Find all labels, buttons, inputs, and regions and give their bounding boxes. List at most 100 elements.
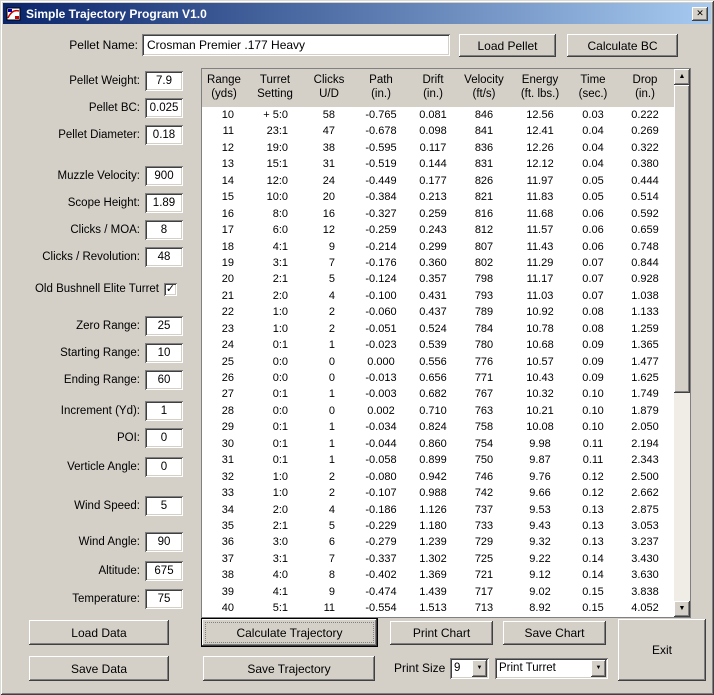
load-data-button[interactable]: Load Data xyxy=(29,620,169,645)
temperature-label: Temperature: xyxy=(3,593,145,605)
scroll-up-button[interactable]: ▲ xyxy=(674,69,690,85)
table-cell: 9.43 xyxy=(510,518,570,534)
zero-range-input[interactable] xyxy=(145,316,183,336)
sidebar-row-temperature: Temperature: xyxy=(3,588,201,610)
altitude-input[interactable] xyxy=(145,561,183,581)
table-cell: 0.437 xyxy=(408,304,458,320)
table-cell: 2 xyxy=(304,304,354,320)
scroll-down-button[interactable]: ▼ xyxy=(674,601,690,617)
table-cell: 0.09 xyxy=(570,354,616,370)
calculate-bc-button[interactable]: Calculate BC xyxy=(567,34,678,57)
save-data-button[interactable]: Save Data xyxy=(29,656,169,681)
app-icon xyxy=(6,6,22,22)
table-cell: 11.57 xyxy=(510,222,570,238)
poi-label: POI: xyxy=(3,432,145,444)
table-cell: 0.12 xyxy=(570,469,616,485)
close-button[interactable]: ✕ xyxy=(692,7,708,21)
poi-input[interactable] xyxy=(145,428,183,448)
table-cell: 0.14 xyxy=(570,567,616,583)
table-cell: 1:0 xyxy=(246,321,304,337)
old-bushnell-elite-turret-checkbox[interactable]: ✓ xyxy=(164,283,177,296)
clicks-per-revolution-input[interactable] xyxy=(145,247,183,267)
table-cell: -0.678 xyxy=(354,123,408,139)
table-row: 300:11-0.0440.8607549.980.112.194 xyxy=(202,436,674,452)
muzzle-velocity-input[interactable] xyxy=(145,166,183,186)
column-header-drift: Drift (in.) xyxy=(408,69,458,107)
column-header-time: Time (sec.) xyxy=(570,69,616,107)
table-cell: 780 xyxy=(458,337,510,353)
table-cell: -0.107 xyxy=(354,485,408,501)
table-cell: -0.100 xyxy=(354,288,408,304)
load-pellet-button[interactable]: Load Pellet xyxy=(459,34,556,57)
table-cell: 0.10 xyxy=(570,403,616,419)
scope-height-input[interactable] xyxy=(145,193,183,213)
pellet-weight-input[interactable] xyxy=(145,71,183,91)
table-cell: 846 xyxy=(458,107,510,123)
table-cell: 0.13 xyxy=(570,502,616,518)
table-scrollbar[interactable]: ▲ ▼ xyxy=(674,69,690,617)
print-size-label: Print Size xyxy=(394,656,445,681)
table-cell: 3.630 xyxy=(616,567,674,583)
print-turret-arrow-button[interactable]: ▼ xyxy=(591,660,606,677)
sidebar-row-zero-range: Zero Range: xyxy=(3,315,201,337)
save-chart-button[interactable]: Save Chart xyxy=(503,621,606,645)
starting-range-input[interactable] xyxy=(145,343,183,363)
table-cell: 39 xyxy=(202,584,246,600)
wind-angle-input[interactable] xyxy=(145,532,183,552)
table-cell: 0.824 xyxy=(408,419,458,435)
table-cell: 836 xyxy=(458,140,510,156)
wind-speed-input[interactable] xyxy=(145,496,183,516)
increment-yd-input[interactable] xyxy=(145,401,183,421)
table-cell: 0.357 xyxy=(408,271,458,287)
app-window: Simple Trajectory Program V1.0 ✕ Pellet … xyxy=(0,0,714,695)
table-cell: 9.66 xyxy=(510,485,570,501)
table-cell: 0.988 xyxy=(408,485,458,501)
table-row: 290:11-0.0340.82475810.080.102.050 xyxy=(202,419,674,435)
table-cell: 742 xyxy=(458,485,510,501)
table-cell: 10.78 xyxy=(510,321,570,337)
ending-range-input[interactable] xyxy=(145,370,183,390)
table-cell: 0.682 xyxy=(408,386,458,402)
print-size-select[interactable]: 9 ▼ xyxy=(450,658,489,679)
table-cell: 1.302 xyxy=(408,551,458,567)
table-cell: 4 xyxy=(304,288,354,304)
table-row: 342:04-0.1861.1267379.530.132.875 xyxy=(202,502,674,518)
table-cell: 758 xyxy=(458,419,510,435)
table-cell: 20 xyxy=(202,271,246,287)
calculate-trajectory-button[interactable]: Calculate Trajectory xyxy=(202,619,377,646)
table-cell: 11.29 xyxy=(510,255,570,271)
table-cell: -0.765 xyxy=(354,107,408,123)
save-trajectory-button[interactable]: Save Trajectory xyxy=(203,656,375,681)
table-cell: 0.05 xyxy=(570,173,616,189)
print-turret-select[interactable]: Print Turret ▼ xyxy=(495,658,608,679)
table-cell: -0.058 xyxy=(354,452,408,468)
table-cell: 0:1 xyxy=(246,337,304,353)
table-cell: -0.449 xyxy=(354,173,408,189)
clicks-per-moa-input[interactable] xyxy=(145,220,183,240)
old-bushnell-elite-turret-label: Old Bushnell Elite Turret xyxy=(3,283,164,295)
table-cell: -0.337 xyxy=(354,551,408,567)
table-row: 193:17-0.1760.36080211.290.070.844 xyxy=(202,255,674,271)
pellet-diameter-input[interactable] xyxy=(145,125,183,145)
table-cell: 831 xyxy=(458,156,510,172)
table-cell: 1.259 xyxy=(616,321,674,337)
print-size-arrow-button[interactable]: ▼ xyxy=(472,660,487,677)
table-cell: 21 xyxy=(202,288,246,304)
scrollbar-thumb[interactable] xyxy=(674,85,690,393)
table-row: 184:19-0.2140.29980711.430.060.748 xyxy=(202,239,674,255)
verticle-angle-input[interactable] xyxy=(145,457,183,477)
table-cell: -0.402 xyxy=(354,567,408,583)
table-cell: 798 xyxy=(458,271,510,287)
table-cell: -0.186 xyxy=(354,502,408,518)
temperature-input[interactable] xyxy=(145,589,183,609)
column-header-drop: Drop (in.) xyxy=(616,69,674,107)
table-cell: 58 xyxy=(304,107,354,123)
table-cell: 12.26 xyxy=(510,140,570,156)
exit-button[interactable]: Exit xyxy=(618,619,706,681)
table-cell: 25 xyxy=(202,354,246,370)
table-cell: 12:0 xyxy=(246,173,304,189)
table-cell: 2 xyxy=(304,321,354,337)
pellet-bc-input[interactable] xyxy=(145,98,183,118)
table-cell: 1.180 xyxy=(408,518,458,534)
print-chart-button[interactable]: Print Chart xyxy=(390,621,493,645)
